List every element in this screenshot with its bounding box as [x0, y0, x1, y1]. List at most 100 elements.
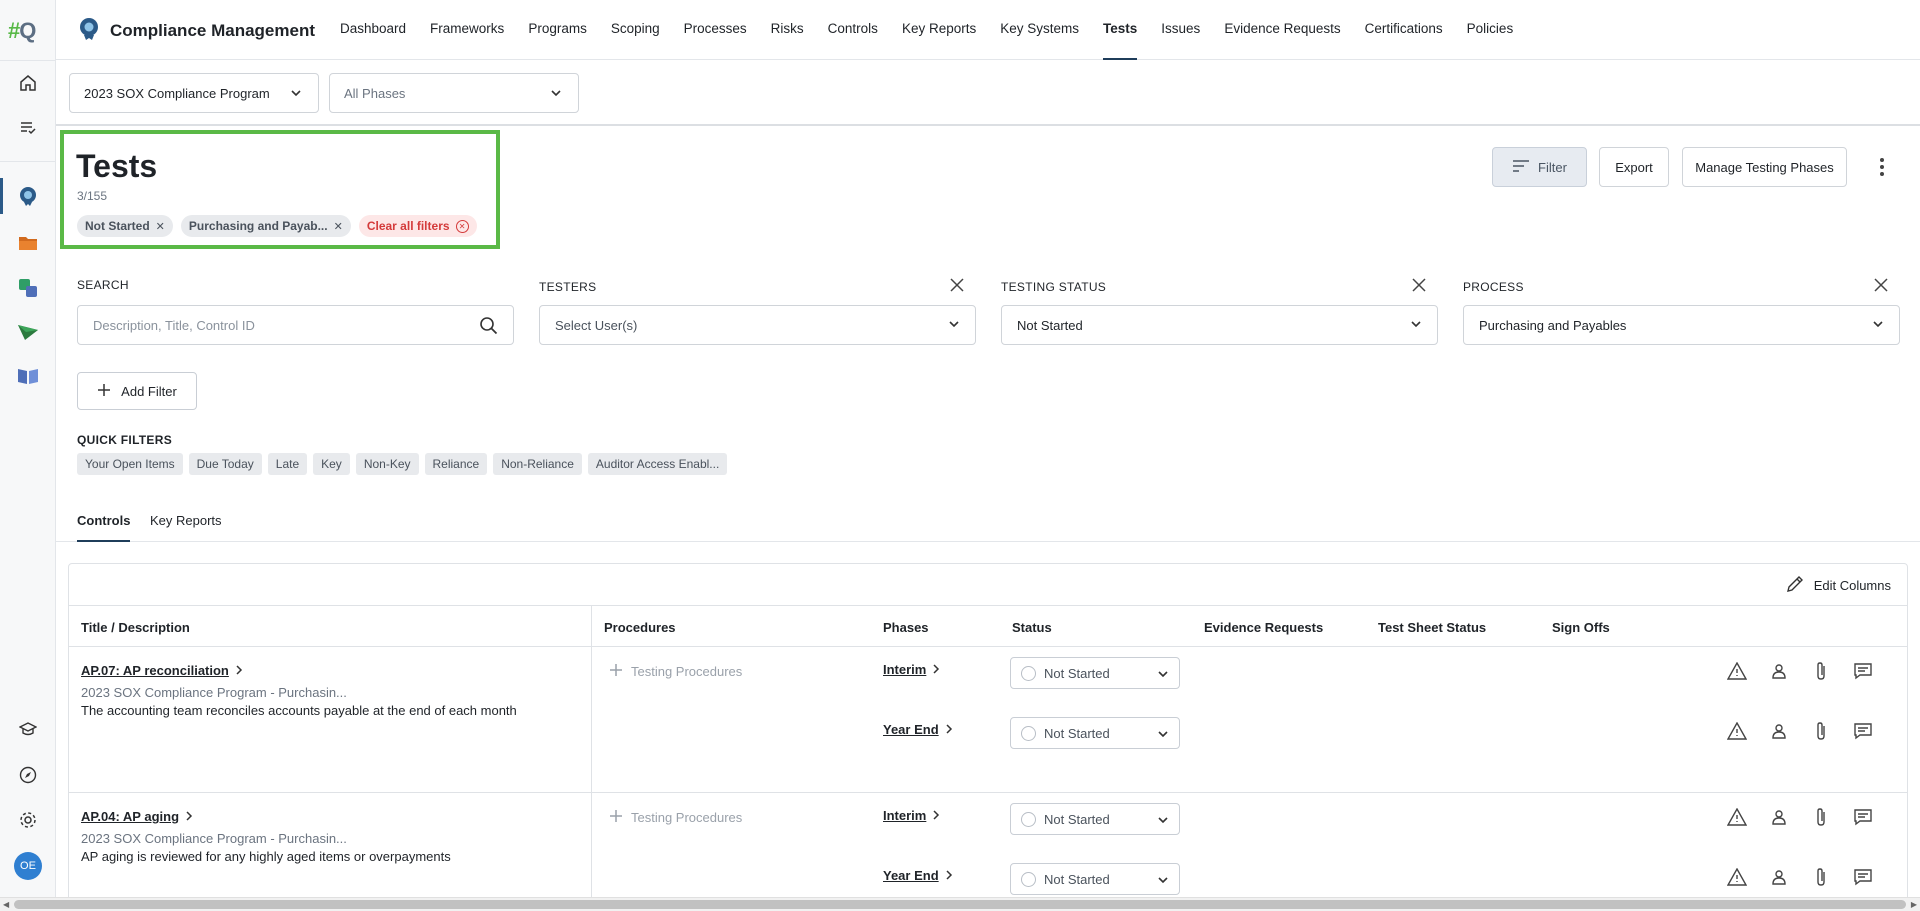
compliance-icon[interactable]	[14, 182, 42, 210]
column-procedures[interactable]: Procedures	[604, 620, 676, 635]
edit-columns-button[interactable]: Edit Columns	[1786, 575, 1891, 596]
column-title[interactable]: Title / Description	[81, 620, 190, 635]
clear-all-filters-button[interactable]: Clear all filters ✕	[358, 215, 477, 237]
filter-button[interactable]: Filter	[1492, 147, 1587, 187]
quick-filter-key[interactable]: Key	[313, 453, 350, 475]
quick-filter-auditor-access[interactable]: Auditor Access Enabl...	[587, 453, 728, 475]
comment-icon[interactable]	[1852, 720, 1874, 742]
column-sign-offs[interactable]: Sign Offs	[1552, 620, 1610, 635]
learning-icon[interactable]	[14, 715, 42, 743]
close-circle-icon[interactable]: ✕	[455, 219, 469, 233]
quick-filter-reliance[interactable]: Reliance	[424, 453, 488, 475]
close-icon[interactable]	[1412, 278, 1428, 294]
nav-issues[interactable]: Issues	[1149, 0, 1212, 60]
add-testing-procedures-button[interactable]: Testing Procedures	[609, 809, 742, 826]
comment-icon[interactable]	[1852, 806, 1874, 828]
status-select[interactable]: Not Started	[1010, 803, 1180, 835]
attachment-icon[interactable]	[1810, 720, 1832, 742]
nav-evidence-requests[interactable]: Evidence Requests	[1212, 0, 1352, 60]
search-icon[interactable]	[479, 316, 498, 338]
tab-key-reports[interactable]: Key Reports	[150, 513, 222, 542]
horizontal-scrollbar[interactable]: ◀ ▶	[0, 897, 1920, 911]
person-icon[interactable]	[1768, 720, 1790, 742]
home-icon[interactable]	[14, 69, 42, 97]
settings-icon[interactable]	[14, 806, 42, 834]
person-icon[interactable]	[1768, 660, 1790, 682]
book-icon[interactable]	[14, 362, 42, 390]
warning-icon[interactable]	[1726, 720, 1748, 742]
nav-certifications[interactable]: Certifications	[1353, 0, 1455, 60]
status-select[interactable]: Not Started	[1010, 717, 1180, 749]
nav-tests[interactable]: Tests	[1091, 0, 1149, 60]
sync-icon[interactable]	[14, 274, 42, 302]
scroll-left-arrow-icon[interactable]: ◀	[3, 900, 9, 909]
nav-controls[interactable]: Controls	[816, 0, 890, 60]
phase-link-year-end[interactable]: Year End	[883, 722, 953, 737]
export-button[interactable]: Export	[1599, 147, 1669, 187]
phase-link-interim[interactable]: Interim	[883, 808, 940, 823]
nav-key-reports[interactable]: Key Reports	[890, 0, 988, 60]
testers-select[interactable]: Select User(s)	[539, 305, 976, 345]
column-test-sheet-status[interactable]: Test Sheet Status	[1378, 620, 1486, 635]
program-select[interactable]: 2023 SOX Compliance Program	[69, 73, 319, 113]
nav-scoping[interactable]: Scoping	[599, 0, 672, 60]
quick-filter-your-open-items[interactable]: Your Open Items	[77, 453, 183, 475]
nav-policies[interactable]: Policies	[1455, 0, 1526, 60]
column-status[interactable]: Status	[1012, 620, 1052, 635]
process-select[interactable]: Purchasing and Payables	[1463, 305, 1900, 345]
person-icon[interactable]	[1768, 806, 1790, 828]
warning-icon[interactable]	[1726, 866, 1748, 888]
nav-frameworks[interactable]: Frameworks	[418, 0, 516, 60]
chevron-down-icon	[1410, 318, 1422, 333]
scroll-right-arrow-icon[interactable]: ▶	[1911, 900, 1917, 909]
tasks-icon[interactable]	[14, 113, 42, 141]
quick-filter-late[interactable]: Late	[267, 453, 308, 475]
app-logo[interactable]: #Q	[8, 18, 48, 43]
search-input[interactable]: Description, Title, Control ID	[77, 305, 514, 345]
filter-chip-process[interactable]: Purchasing and Payab... ✕	[180, 215, 351, 237]
attachment-icon[interactable]	[1810, 866, 1832, 888]
more-options-icon[interactable]	[1874, 152, 1890, 182]
scrollbar-thumb[interactable]	[14, 900, 1906, 909]
close-icon[interactable]	[1874, 278, 1890, 294]
send-icon[interactable]	[14, 318, 42, 346]
person-icon[interactable]	[1768, 866, 1790, 888]
quick-filter-non-reliance[interactable]: Non-Reliance	[493, 453, 582, 475]
add-testing-procedures-button[interactable]: Testing Procedures	[609, 663, 742, 680]
row-title-link[interactable]: AP.04: AP aging	[81, 809, 193, 824]
comment-icon[interactable]	[1852, 866, 1874, 888]
row-title-link[interactable]: AP.07: AP reconciliation	[81, 663, 243, 678]
warning-icon[interactable]	[1726, 660, 1748, 682]
nav-processes[interactable]: Processes	[672, 0, 759, 60]
folder-icon[interactable]	[14, 229, 42, 257]
column-phases[interactable]: Phases	[883, 620, 929, 635]
manage-testing-phases-button[interactable]: Manage Testing Phases	[1682, 147, 1847, 187]
testing-status-select[interactable]: Not Started	[1001, 305, 1438, 345]
phase-select[interactable]: All Phases	[329, 73, 579, 113]
comment-icon[interactable]	[1852, 660, 1874, 682]
compass-icon[interactable]	[14, 761, 42, 789]
status-select[interactable]: Not Started	[1010, 863, 1180, 895]
filter-chip-status[interactable]: Not Started ✕	[77, 215, 173, 237]
close-icon[interactable]	[950, 278, 966, 294]
phase-link-year-end[interactable]: Year End	[883, 868, 953, 883]
attachment-icon[interactable]	[1810, 660, 1832, 682]
attachment-icon[interactable]	[1810, 806, 1832, 828]
nav-programs[interactable]: Programs	[516, 0, 599, 60]
nav-key-systems[interactable]: Key Systems	[988, 0, 1091, 60]
add-filter-button[interactable]: Add Filter	[77, 372, 197, 410]
quick-filter-non-key[interactable]: Non-Key	[355, 453, 419, 475]
close-icon[interactable]: ✕	[156, 220, 165, 233]
close-icon[interactable]: ✕	[334, 220, 343, 233]
brand[interactable]: Compliance Management	[78, 17, 315, 44]
user-avatar[interactable]: OE	[14, 852, 42, 880]
column-evidence-requests[interactable]: Evidence Requests	[1204, 620, 1323, 635]
warning-icon[interactable]	[1726, 806, 1748, 828]
tab-controls[interactable]: Controls	[77, 513, 131, 542]
quick-filter-due-today[interactable]: Due Today	[188, 453, 262, 475]
rail-divider	[0, 161, 56, 162]
status-select[interactable]: Not Started	[1010, 657, 1180, 689]
phase-link-interim[interactable]: Interim	[883, 662, 940, 677]
nav-dashboard[interactable]: Dashboard	[328, 0, 418, 60]
nav-risks[interactable]: Risks	[759, 0, 816, 60]
